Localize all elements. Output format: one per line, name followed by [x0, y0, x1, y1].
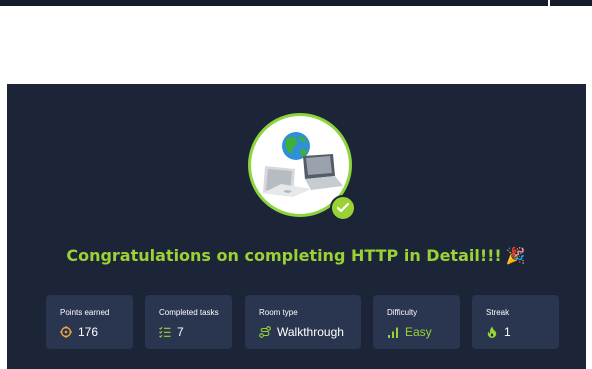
streak-value: 1 [504, 325, 511, 339]
completion-title: Congratulations on completing HTTP in De… [0, 244, 592, 268]
signal-bars-icon [388, 327, 398, 338]
stat-label: Room type [259, 308, 298, 317]
stat-value-row: 7 [159, 324, 184, 340]
stat-card-difficulty: Difficulty Easy [373, 295, 460, 349]
difficulty-value: Easy [405, 325, 432, 339]
target-icon [60, 326, 72, 338]
stat-value-row: Walkthrough [259, 324, 344, 340]
completed-check-icon [330, 195, 356, 221]
room-badge [248, 113, 356, 221]
stat-label: Difficulty [387, 308, 418, 317]
stat-label: Points earned [60, 308, 110, 317]
stat-value-row: 1 [486, 324, 511, 340]
stat-card-points: Points earned 176 [46, 295, 133, 349]
top-bar-segment [550, 0, 592, 6]
top-bar [0, 0, 548, 6]
stat-label: Streak [486, 308, 510, 317]
stat-card-streak: Streak 1 [472, 295, 559, 349]
tasks-value: 7 [177, 325, 184, 339]
checklist-icon [159, 326, 171, 338]
completion-title-text: Congratulations on completing HTTP in De… [66, 246, 502, 265]
stat-value-row: 176 [60, 324, 98, 340]
stat-card-tasks: Completed tasks 7 [145, 295, 232, 349]
stat-value-row: Easy [387, 324, 432, 340]
flame-icon [487, 326, 497, 338]
party-popper-icon: 🎉 [505, 246, 526, 265]
route-icon [259, 326, 271, 338]
points-value: 176 [78, 325, 99, 339]
stat-label: Completed tasks [159, 308, 219, 317]
room-type-value: Walkthrough [277, 325, 344, 339]
stat-card-room-type: Room type Walkthrough [245, 295, 361, 349]
